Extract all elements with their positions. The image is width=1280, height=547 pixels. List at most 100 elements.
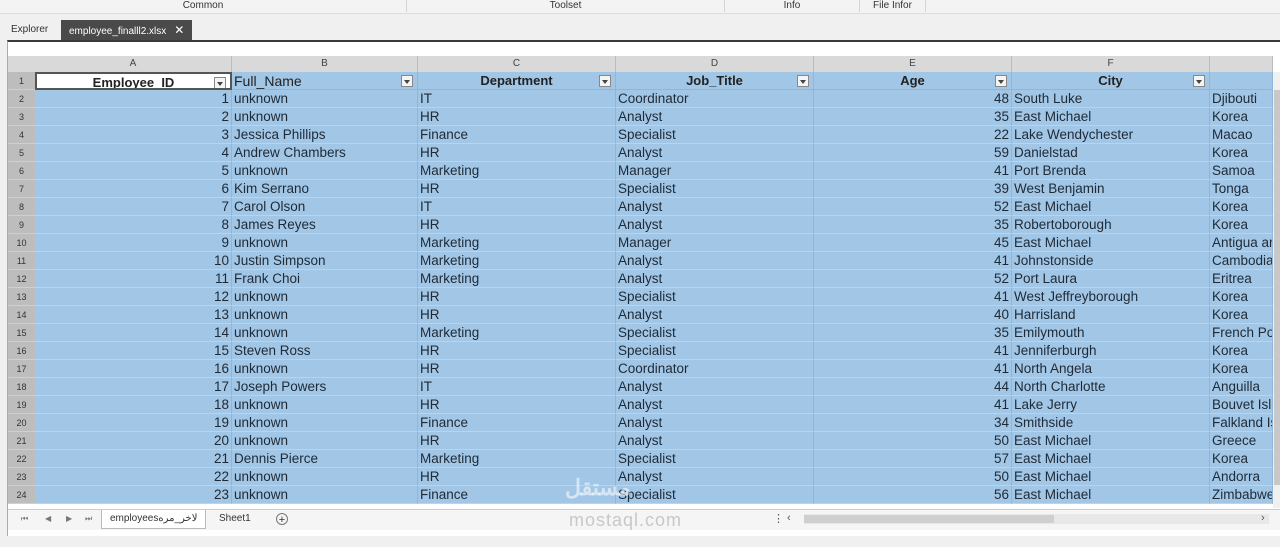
cell-city[interactable]: East Michael <box>1012 234 1210 252</box>
cell-city[interactable]: Smithside <box>1012 414 1210 432</box>
cell-name[interactable]: unknown <box>232 396 418 414</box>
cell-name[interactable]: Andrew Chambers <box>232 144 418 162</box>
cell-job[interactable]: Specialist <box>616 324 814 342</box>
first-sheet-icon[interactable]: ⏮ <box>21 514 28 524</box>
cell-age[interactable]: 44 <box>814 378 1012 396</box>
cell-id[interactable]: 17 <box>35 378 232 396</box>
cell-id[interactable]: 4 <box>35 144 232 162</box>
cell-city[interactable]: Port Laura <box>1012 270 1210 288</box>
header-cell-city[interactable]: City <box>1012 72 1210 90</box>
cell-id[interactable]: 22 <box>35 468 232 486</box>
cell-country[interactable]: Anguilla <box>1210 378 1273 396</box>
row-header[interactable]: 5 <box>8 144 35 162</box>
cell-dept[interactable]: HR <box>418 288 616 306</box>
row-header[interactable]: 22 <box>8 450 35 468</box>
cell-age[interactable]: 45 <box>814 234 1012 252</box>
cell-id[interactable]: 18 <box>35 396 232 414</box>
cell-name[interactable]: unknown <box>232 90 418 108</box>
cell-id[interactable]: 16 <box>35 360 232 378</box>
cell-country[interactable]: Antigua ar <box>1210 234 1273 252</box>
cell-job[interactable]: Specialist <box>616 450 814 468</box>
cell-age[interactable]: 40 <box>814 306 1012 324</box>
last-sheet-icon[interactable]: ⏭ <box>85 514 92 524</box>
next-sheet-icon[interactable]: ▶ <box>66 514 72 523</box>
cell-country[interactable]: Korea <box>1210 288 1273 306</box>
cell-age[interactable]: 39 <box>814 180 1012 198</box>
cell-id[interactable]: 15 <box>35 342 232 360</box>
row-header[interactable]: 4 <box>8 126 35 144</box>
row-header[interactable]: 8 <box>8 198 35 216</box>
column-header-a[interactable]: A <box>35 56 232 72</box>
cell-city[interactable]: Emilymouth <box>1012 324 1210 342</box>
cell-dept[interactable]: Finance <box>418 414 616 432</box>
cell-name[interactable]: Justin Simpson <box>232 252 418 270</box>
sheet-grid[interactable]: ABCDEF 1 Employee_ID Full_Name Department Jo… <box>8 56 1280 508</box>
cell-country[interactable]: Greece <box>1210 432 1273 450</box>
row-header[interactable]: 23 <box>8 468 35 486</box>
cell-city[interactable]: Lake Wendychester <box>1012 126 1210 144</box>
cell-country[interactable]: Korea <box>1210 360 1273 378</box>
cell-name[interactable]: James Reyes <box>232 216 418 234</box>
cell-id[interactable]: 12 <box>35 288 232 306</box>
cell-id[interactable]: 2 <box>35 108 232 126</box>
cell-job[interactable]: Analyst <box>616 216 814 234</box>
cell-job[interactable]: Specialist <box>616 126 814 144</box>
cell-dept[interactable]: Marketing <box>418 450 616 468</box>
row-header[interactable]: 21 <box>8 432 35 450</box>
cell-country[interactable]: Djibouti <box>1210 90 1273 108</box>
cell-name[interactable]: Kim Serrano <box>232 180 418 198</box>
row-header[interactable]: 3 <box>8 108 35 126</box>
row-header[interactable]: 13 <box>8 288 35 306</box>
cell-dept[interactable]: HR <box>418 306 616 324</box>
filter-dropdown-icon[interactable] <box>1193 75 1205 87</box>
cell-job[interactable]: Specialist <box>616 288 814 306</box>
cell-name[interactable]: Dennis Pierce <box>232 450 418 468</box>
header-cell-employee-id[interactable]: Employee_ID <box>35 72 232 90</box>
cell-city[interactable]: Danielstad <box>1012 144 1210 162</box>
cell-city[interactable]: Harrisland <box>1012 306 1210 324</box>
cell-job[interactable]: Manager <box>616 234 814 252</box>
cell-name[interactable]: Carol Olson <box>232 198 418 216</box>
cell-city[interactable]: North Charlotte <box>1012 378 1210 396</box>
cell-id[interactable]: 21 <box>35 450 232 468</box>
sheet-tab-employees[interactable]: employeesلاخر_مره <box>101 510 207 529</box>
cell-job[interactable]: Analyst <box>616 198 814 216</box>
cell-age[interactable]: 52 <box>814 198 1012 216</box>
cell-dept[interactable]: IT <box>418 378 616 396</box>
cell-city[interactable]: West Jeffreyborough <box>1012 288 1210 306</box>
header-cell-full-name[interactable]: Full_Name <box>232 72 418 90</box>
cell-job[interactable]: Analyst <box>616 432 814 450</box>
column-header-b[interactable]: B <box>232 56 418 72</box>
row-header[interactable]: 9 <box>8 216 35 234</box>
header-cell-g[interactable] <box>1210 72 1273 90</box>
cell-id[interactable]: 1 <box>35 90 232 108</box>
cell-id[interactable]: 7 <box>35 198 232 216</box>
cell-city[interactable]: East Michael <box>1012 108 1210 126</box>
cell-name[interactable]: Jessica Phillips <box>232 126 418 144</box>
row-header[interactable]: 6 <box>8 162 35 180</box>
cell-name[interactable]: unknown <box>232 468 418 486</box>
cell-name[interactable]: unknown <box>232 414 418 432</box>
cell-age[interactable]: 35 <box>814 216 1012 234</box>
cell-city[interactable]: Johnstonside <box>1012 252 1210 270</box>
cell-dept[interactable]: HR <box>418 342 616 360</box>
column-header-c[interactable]: C <box>418 56 616 72</box>
filter-dropdown-icon[interactable] <box>214 77 226 88</box>
row-header[interactable]: 7 <box>8 180 35 198</box>
cell-id[interactable]: 3 <box>35 126 232 144</box>
cell-age[interactable]: 34 <box>814 414 1012 432</box>
cell-name[interactable]: unknown <box>232 324 418 342</box>
cell-job[interactable]: Coordinator <box>616 360 814 378</box>
cell-name[interactable]: unknown <box>232 234 418 252</box>
cell-city[interactable]: West Benjamin <box>1012 180 1210 198</box>
cell-age[interactable]: 48 <box>814 90 1012 108</box>
cell-name[interactable]: Frank Choi <box>232 270 418 288</box>
row-header[interactable]: 10 <box>8 234 35 252</box>
cell-city[interactable]: East Michael <box>1012 486 1210 504</box>
cell-age[interactable]: 41 <box>814 342 1012 360</box>
cell-country[interactable]: Korea <box>1210 108 1273 126</box>
cell-job[interactable]: Specialist <box>616 486 814 504</box>
row-header[interactable]: 1 <box>8 72 35 90</box>
row-header[interactable]: 16 <box>8 342 35 360</box>
cell-id[interactable]: 13 <box>35 306 232 324</box>
